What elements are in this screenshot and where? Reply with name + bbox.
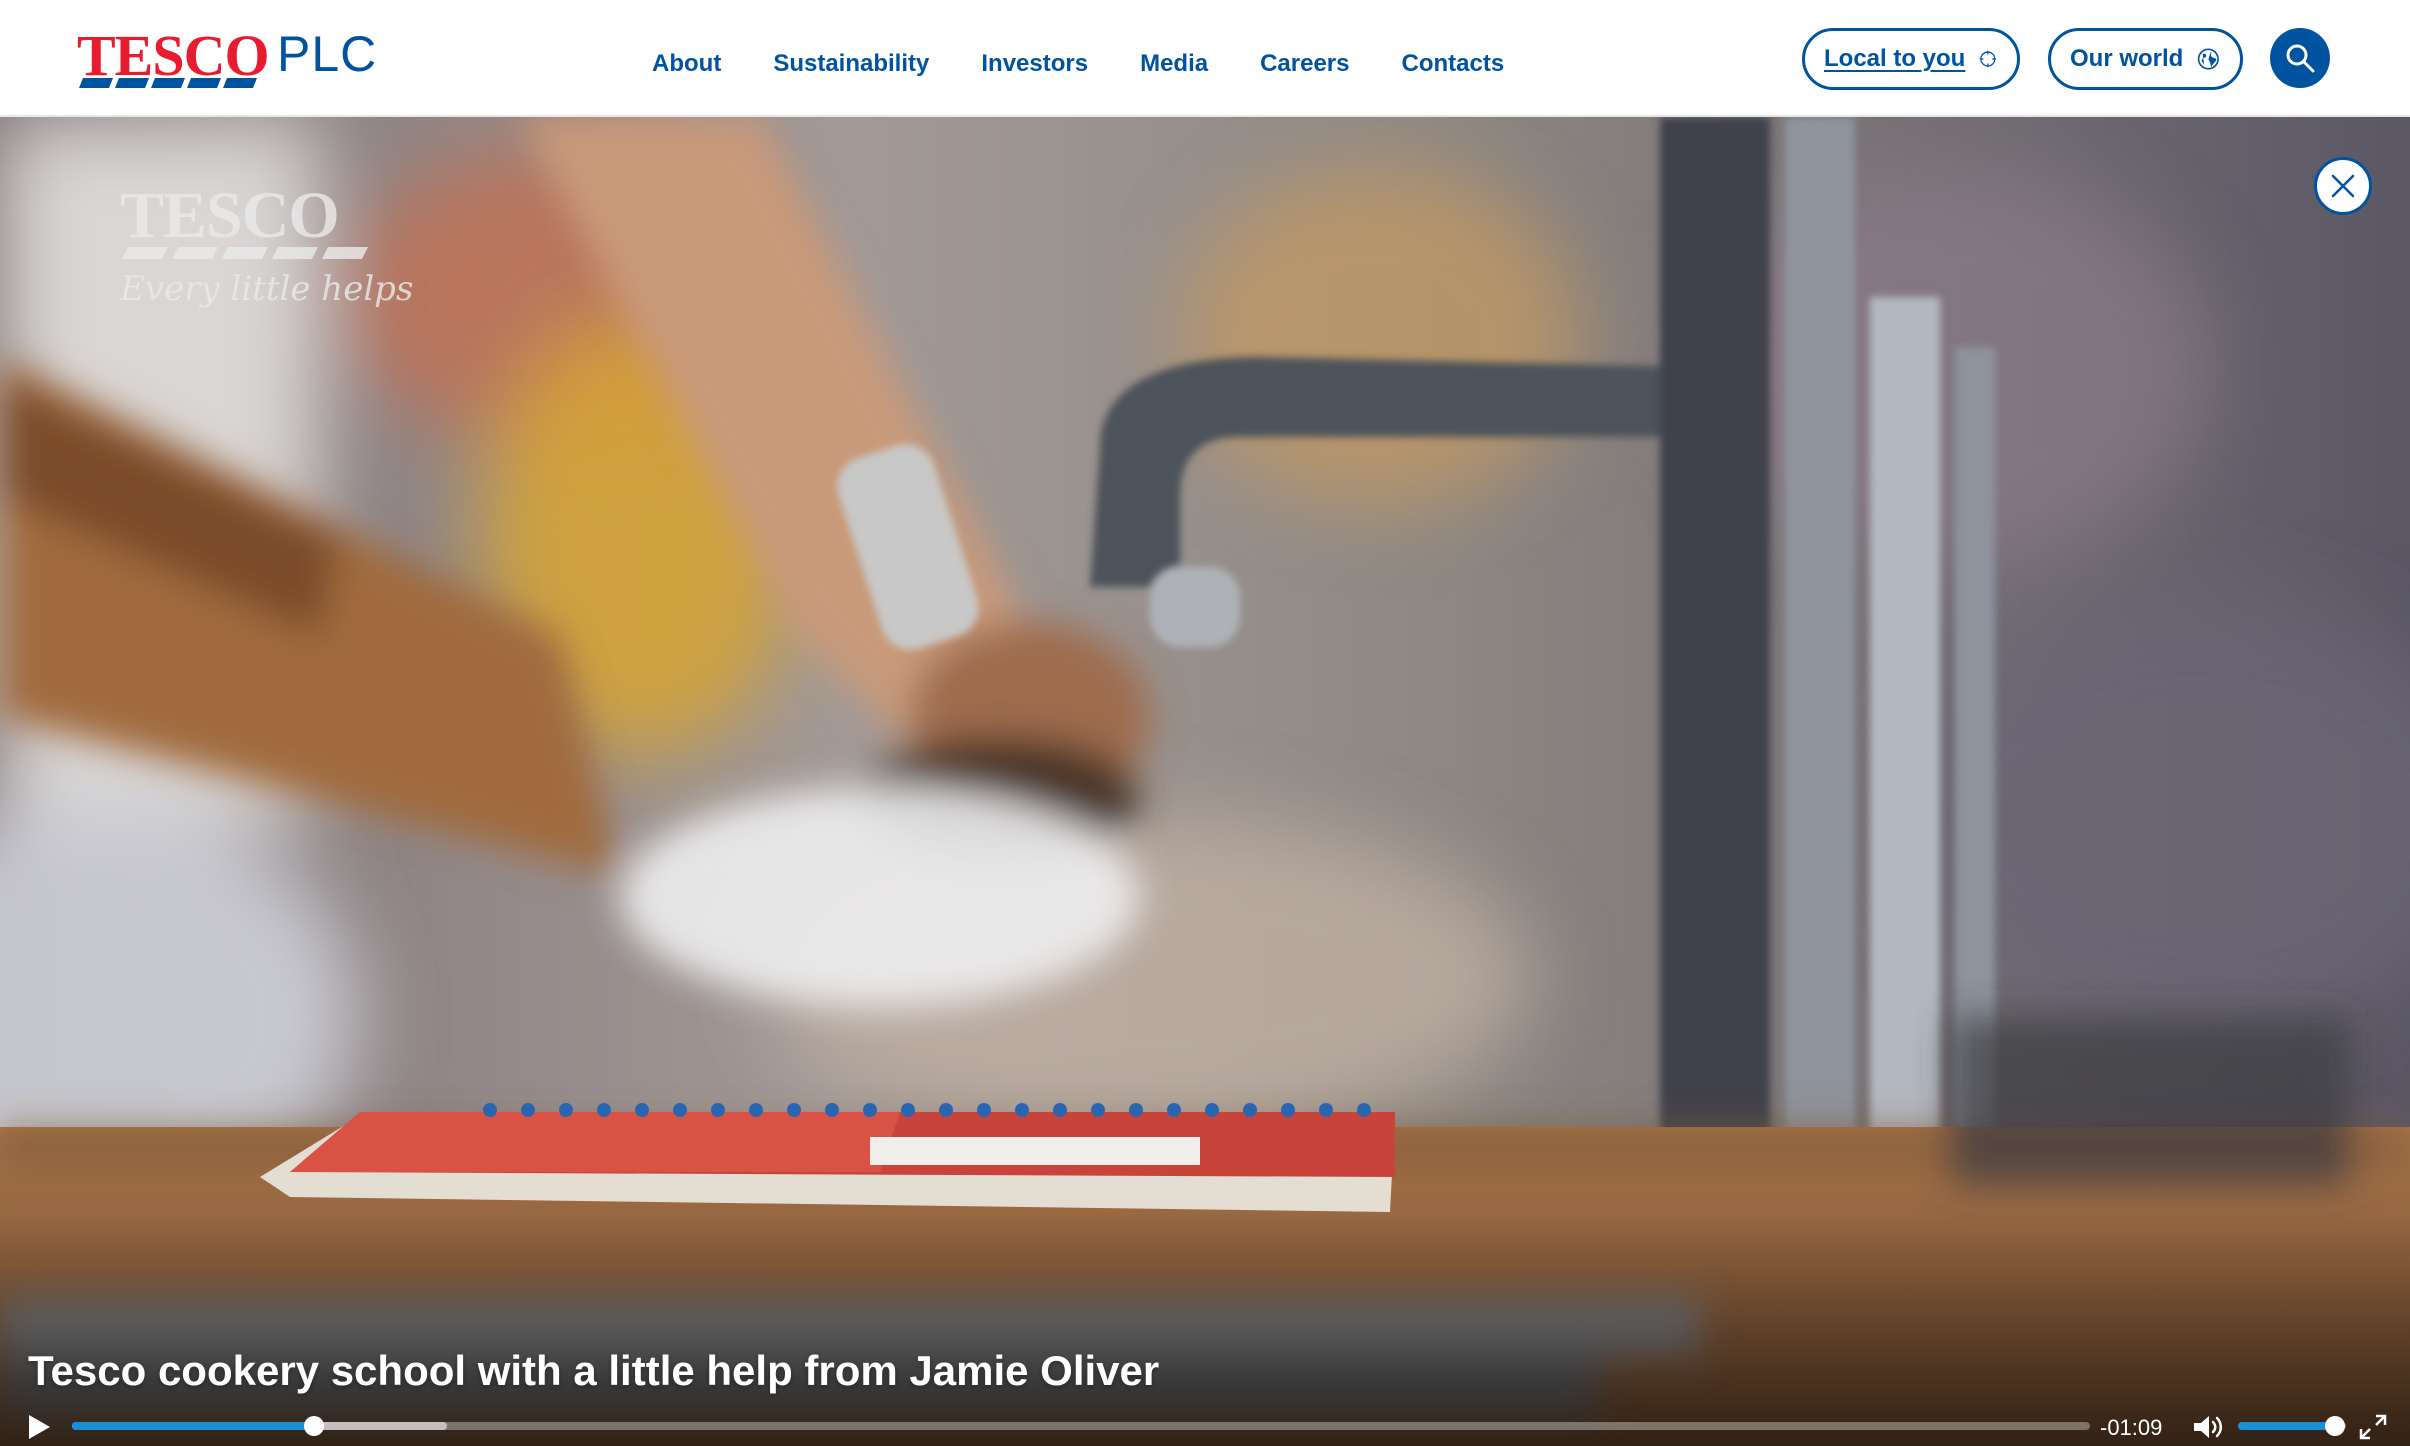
our-world-button[interactable]: Our world [2048, 28, 2243, 90]
progress-bar[interactable] [72, 1416, 2090, 1436]
fullscreen-icon[interactable] [2358, 1413, 2388, 1441]
local-to-you-button[interactable]: Local to you [1802, 28, 2020, 90]
tesco-video-watermark: TESCO Every little helps [120, 179, 413, 325]
tesco-plc-logo[interactable]: TESCO PLC [77, 23, 376, 90]
globe-icon [2198, 48, 2220, 70]
nav-item-media[interactable]: Media [1140, 48, 1208, 80]
logo-plc-label: PLC [277, 26, 378, 82]
nav-item-contacts[interactable]: Contacts [1402, 48, 1505, 80]
volume-icon[interactable] [2192, 1413, 2224, 1441]
search-icon [2286, 44, 2315, 73]
main-navigation: About Sustainability Investors Media Car… [652, 48, 1556, 80]
close-video-button[interactable] [2314, 157, 2372, 215]
site-header: TESCO PLC About Sustainability Investors… [0, 0, 2410, 117]
nav-item-careers[interactable]: Careers [1260, 48, 1349, 80]
time-remaining: -01:09 [2100, 1415, 2163, 1440]
nav-item-sustainability[interactable]: Sustainability [773, 48, 929, 80]
watermark-tagline: Every little helps [120, 269, 414, 309]
watermark-stripes-icon [122, 247, 368, 259]
local-to-you-label: Local to you [1824, 45, 1966, 72]
crosshair-icon [1979, 50, 1997, 68]
play-icon[interactable] [26, 1413, 52, 1441]
video-title: Tesco cookery school with a little help … [28, 1347, 1160, 1394]
video-player[interactable]: TESCO Every little helps Tesco cookery s… [0, 117, 2410, 1446]
volume-slider[interactable] [2238, 1416, 2346, 1436]
search-button[interactable] [2270, 28, 2330, 88]
volume-handle[interactable] [2325, 1416, 2346, 1436]
nav-item-about[interactable]: About [652, 48, 721, 80]
logo-stripes-icon [79, 78, 257, 88]
watermark-wordmark: TESCO [120, 179, 340, 252]
volume-fill [2238, 1422, 2336, 1430]
close-icon [2331, 174, 2355, 198]
logo-wordmark: TESCO [77, 23, 270, 88]
nav-item-investors[interactable]: Investors [981, 48, 1088, 80]
video-controls: -01:09 [0, 1407, 2410, 1446]
our-world-label: Our world [2070, 45, 2184, 72]
progress-handle[interactable] [304, 1416, 325, 1436]
progress-fill [72, 1422, 315, 1430]
